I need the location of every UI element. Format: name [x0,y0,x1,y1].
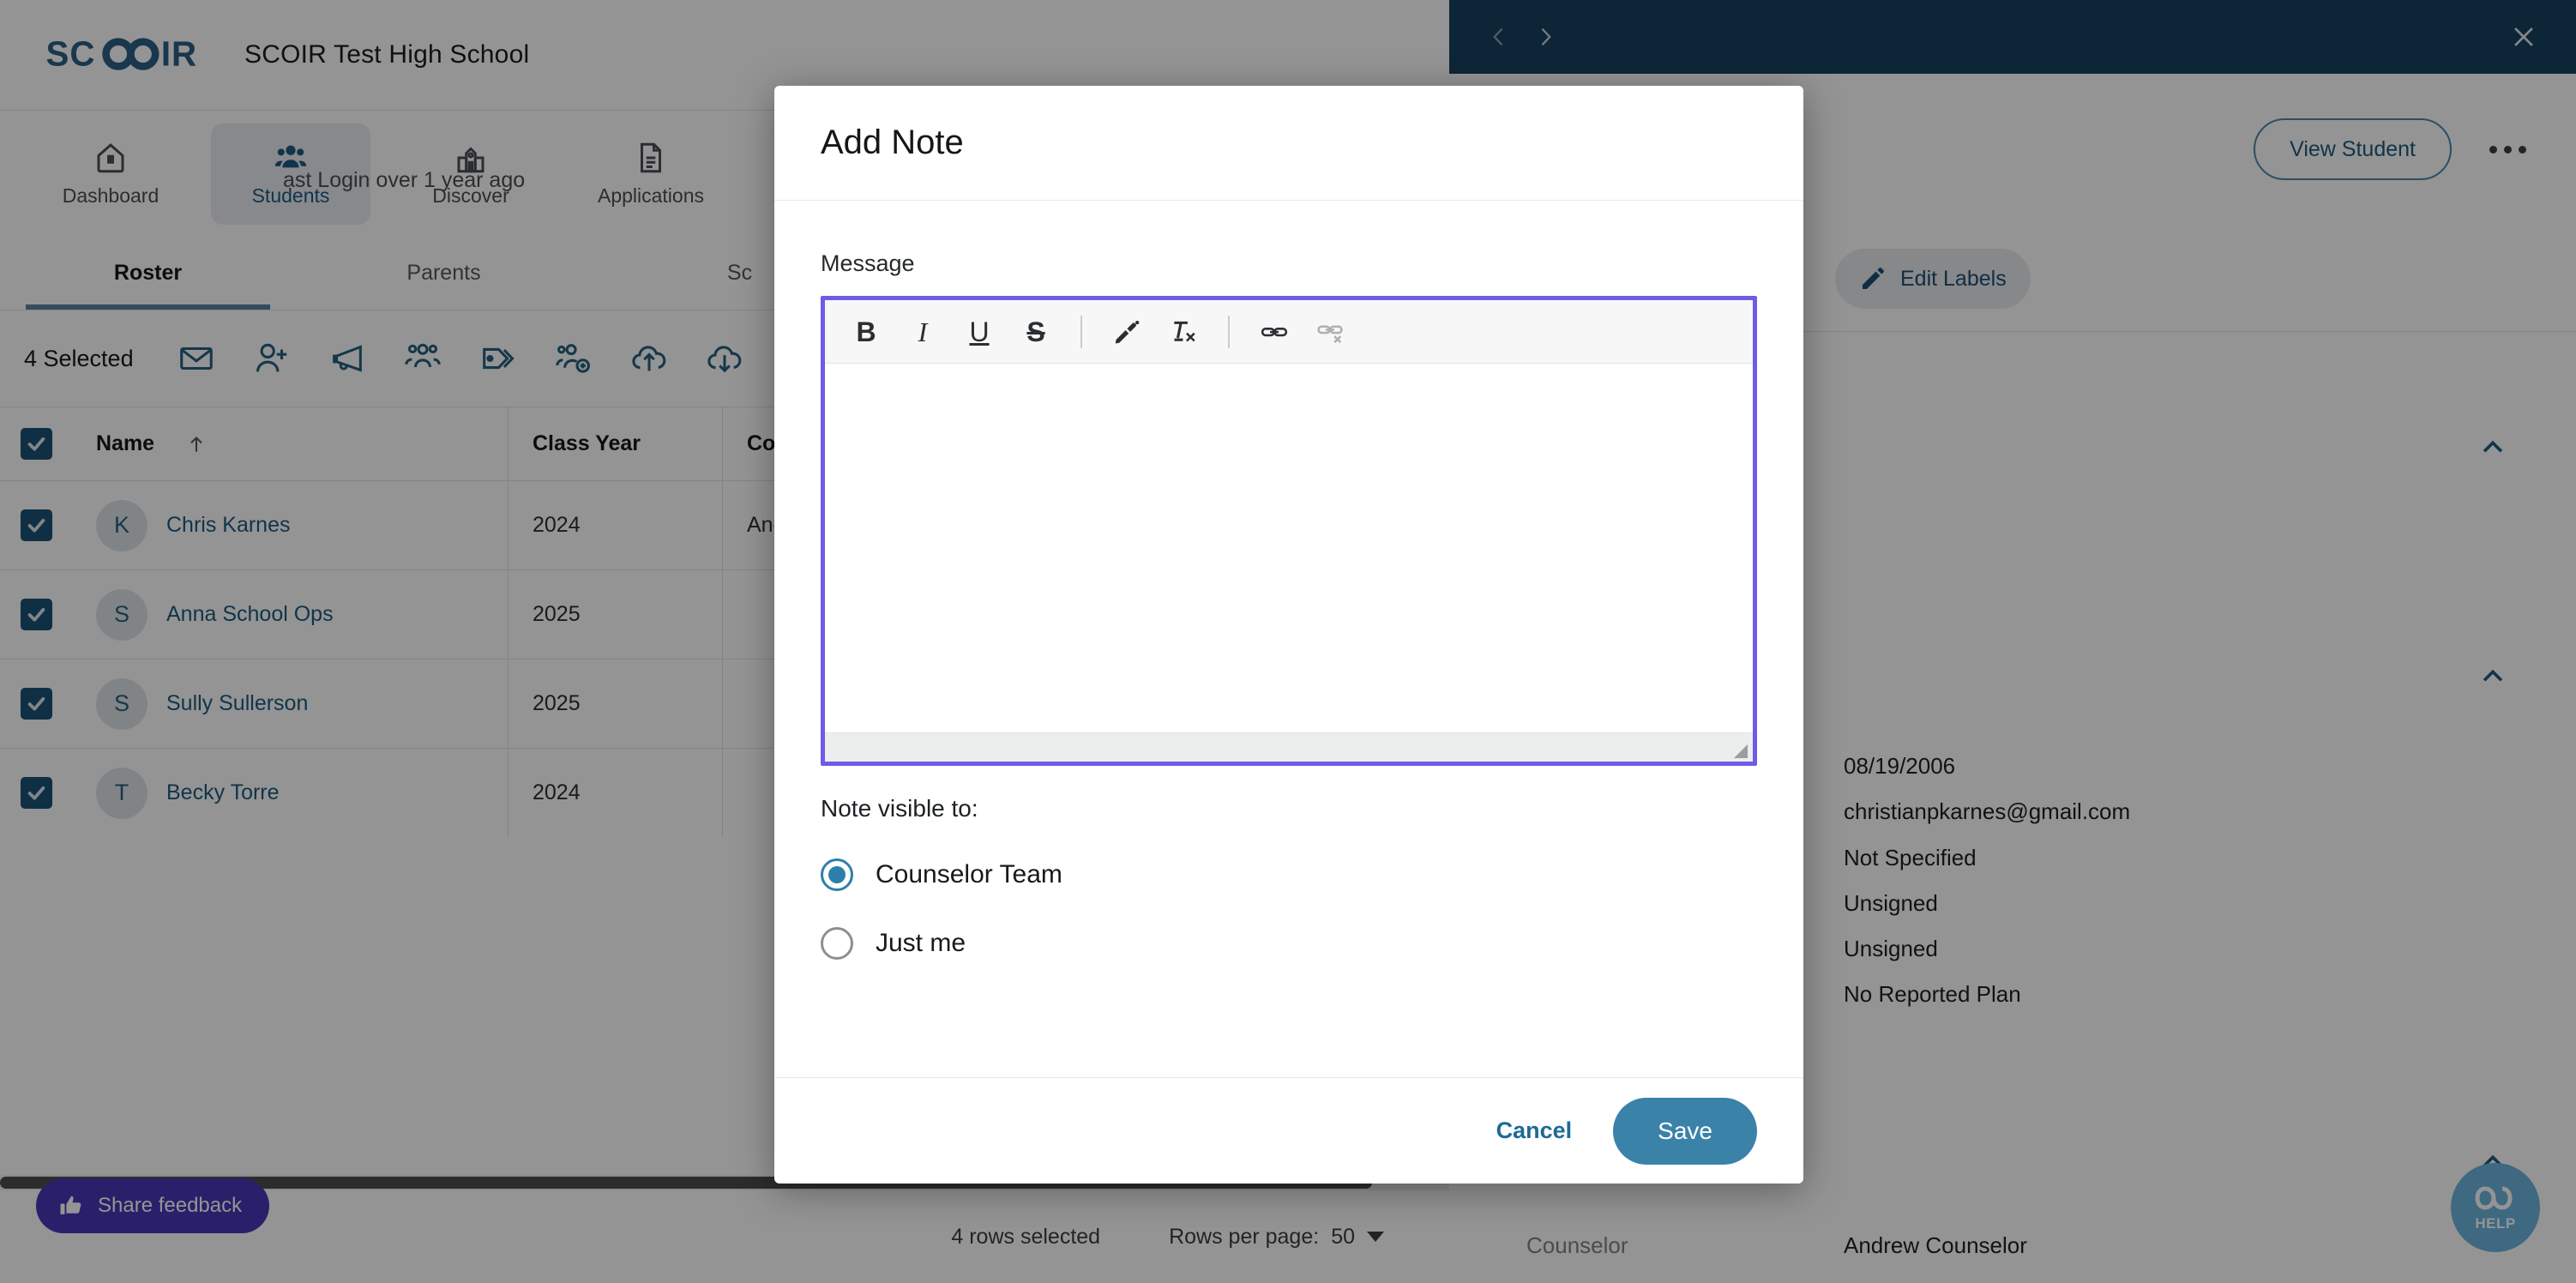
rich-text-editor[interactable]: B I U S [821,296,1757,766]
insert-link-icon[interactable] [1257,313,1291,351]
link-glyph [1261,327,1288,336]
unlink-glyph [1317,324,1343,343]
editor-toolbar: B I U S [825,300,1753,364]
message-field-label: Message [821,250,915,276]
radio-option-just-me[interactable]: Just me [821,927,1757,960]
resize-handle-icon[interactable] [1734,744,1748,758]
dialog-body: Message B I U S Note visible to: Counsel… [774,201,1803,1077]
paintbrush-glyph [1115,320,1140,343]
radio-option-counselor-team[interactable]: Counselor Team [821,858,1757,891]
italic-icon[interactable]: I [906,313,940,351]
underline-glyph: U [969,316,990,347]
unlink-icon [1314,313,1348,351]
underline-icon[interactable]: U [962,313,996,351]
remove-format-icon[interactable] [1166,313,1201,351]
message-textarea[interactable] [825,364,1753,732]
radio-unselected-icon [821,927,853,960]
cancel-button[interactable]: Cancel [1496,1117,1573,1144]
toolbar-separator [1228,315,1230,348]
dialog-title: Add Note [821,123,964,161]
format-painter-icon[interactable] [1110,313,1144,351]
radio-label: Just me [876,929,966,957]
radio-selected-icon [821,858,853,891]
strikethrough-glyph: S [1026,316,1045,347]
bold-icon[interactable]: B [849,313,883,351]
strikethrough-icon[interactable]: S [1019,313,1053,351]
add-note-dialog: Add Note Message B I U S Note visible to… [774,86,1803,1184]
save-button[interactable]: Save [1613,1097,1757,1165]
dialog-header: Add Note [774,86,1803,201]
editor-statusbar [825,732,1753,762]
italic-glyph: I [918,316,928,347]
radio-dot [828,866,846,883]
clear-formatting-glyph [1174,321,1195,341]
visibility-label: Note visible to: [821,795,978,822]
bold-glyph: B [856,316,876,347]
radio-label: Counselor Team [876,860,1062,888]
dialog-footer: Cancel Save [774,1077,1803,1184]
toolbar-separator [1080,315,1082,348]
